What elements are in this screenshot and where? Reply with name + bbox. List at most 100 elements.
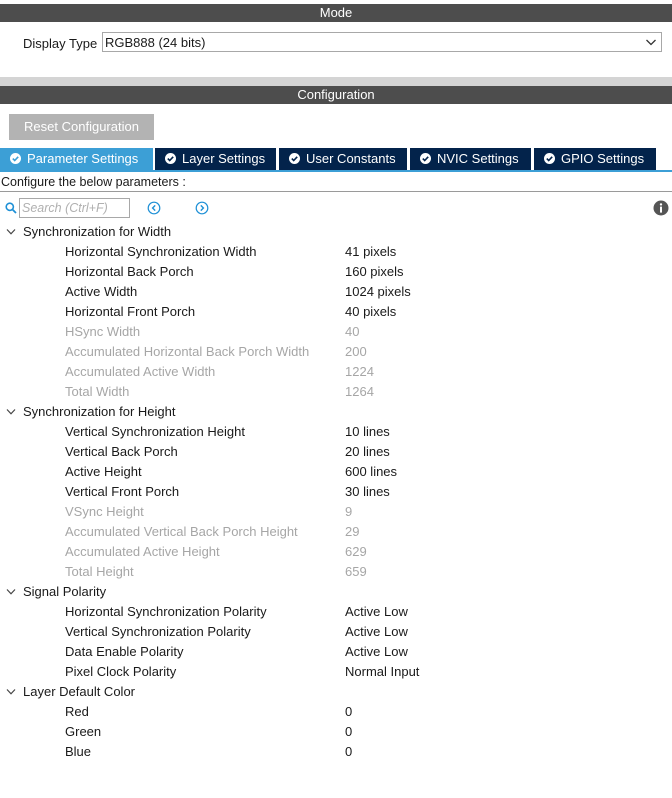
tab-nvic-settings[interactable]: NVIC Settings <box>410 148 532 170</box>
parameter-row: Accumulated Vertical Back Porch Height 29 <box>0 522 672 542</box>
info-icon[interactable] <box>653 200 669 216</box>
tab-gpio-settings[interactable]: GPIO Settings <box>534 148 657 170</box>
parameter-value[interactable]: 0 <box>345 722 352 742</box>
tab-layer-settings[interactable]: Layer Settings <box>155 148 277 170</box>
parameter-label: Accumulated Horizontal Back Porch Width <box>65 344 310 359</box>
configuration-header: Configuration <box>0 86 672 104</box>
parameter-row[interactable]: Horizontal Front Porch 40 pixels <box>0 302 672 322</box>
parameter-label: Vertical Synchronization Polarity <box>65 624 251 639</box>
tab-user-constants[interactable]: User Constants <box>279 148 408 170</box>
parameter-label: Accumulated Active Width <box>65 364 216 379</box>
parameter-value[interactable]: 1024 pixels <box>345 282 411 302</box>
parameter-row[interactable]: Data Enable Polarity Active Low <box>0 642 672 662</box>
parameter-value[interactable]: 41 pixels <box>345 242 396 262</box>
tab-parameter-settings[interactable]: Parameter Settings <box>0 148 154 170</box>
tab-bar: Parameter Settings Layer Settings User C… <box>0 148 672 170</box>
parameter-value: 1224 <box>345 364 374 379</box>
parameter-value: 629 <box>345 544 367 559</box>
parameter-value[interactable]: 40 pixels <box>345 302 396 322</box>
check-circle-icon <box>289 153 300 164</box>
tree-group[interactable]: Synchronization for Width <box>0 222 672 242</box>
parameter-row[interactable]: Active Height 600 lines <box>0 462 672 482</box>
parameter-value: 9 <box>345 504 353 519</box>
parameter-value[interactable]: Normal Input <box>345 662 419 682</box>
parameter-row: Accumulated Horizontal Back Porch Width 2… <box>0 342 672 362</box>
parameter-label: Accumulated Vertical Back Porch Height <box>65 524 298 539</box>
parameter-label: Horizontal Synchronization Polarity <box>65 604 267 619</box>
parameter-row[interactable]: Green 0 <box>0 722 672 742</box>
parameter-row: Total Width 1264 <box>0 382 672 402</box>
configure-instructions: Configure the below parameters : <box>0 173 672 192</box>
parameter-row[interactable]: Active Width 1024 pixels <box>0 282 672 302</box>
check-circle-icon <box>165 153 176 164</box>
chevron-left-circle-icon[interactable] <box>147 201 161 215</box>
parameter-value: 200 <box>345 344 367 359</box>
parameter-row[interactable]: Pixel Clock Polarity Normal Input <box>0 662 672 682</box>
mode-header: Mode <box>0 4 672 22</box>
parameter-value[interactable]: 0 <box>345 702 352 722</box>
parameter-row[interactable]: Horizontal Synchronization Polarity Activ… <box>0 602 672 622</box>
parameter-label: Accumulated Active Height <box>65 544 220 559</box>
parameter-label: HSync Width <box>65 324 141 339</box>
parameter-label: Data Enable Polarity <box>65 644 184 659</box>
chevron-down-icon[interactable] <box>6 408 16 416</box>
chevron-down-icon <box>646 39 656 46</box>
parameter-label: Blue <box>65 744 92 759</box>
tab-label: Layer Settings <box>182 151 266 166</box>
parameter-row[interactable]: Red 0 <box>0 702 672 722</box>
tab-label: User Constants <box>306 151 396 166</box>
parameter-row[interactable]: Blue 0 <box>0 742 672 762</box>
parameter-row[interactable]: Vertical Synchronization Polarity Active … <box>0 622 672 642</box>
parameter-label: Active Width <box>65 284 138 299</box>
parameter-label: Vertical Synchronization Height <box>65 424 245 439</box>
chevron-right-circle-icon[interactable] <box>195 201 209 215</box>
parameter-value: 29 <box>345 524 360 539</box>
parameter-value[interactable]: 30 lines <box>345 482 390 502</box>
display-type-select[interactable]: RGB888 (24 bits) <box>102 32 662 52</box>
parameter-row: HSync Width 40 <box>0 322 672 342</box>
tree-group[interactable]: Synchronization for Height <box>0 402 672 422</box>
search-input[interactable] <box>19 198 130 218</box>
chevron-down-icon[interactable] <box>6 228 16 236</box>
parameter-label: Total Height <box>65 564 134 579</box>
parameter-row: Accumulated Active Height 629 <box>0 542 672 562</box>
parameter-label: Vertical Front Porch <box>65 484 180 499</box>
parameter-value[interactable]: Active Low <box>345 602 408 622</box>
tab-label: GPIO Settings <box>561 151 645 166</box>
parameter-row[interactable]: Vertical Front Porch 30 lines <box>0 482 672 502</box>
parameter-label: Pixel Clock Polarity <box>65 664 177 679</box>
parameter-row[interactable]: Horizontal Synchronization Width 41 pixel… <box>0 242 672 262</box>
parameter-label: Red <box>65 704 89 719</box>
group-label: Layer Default Color <box>23 684 135 699</box>
tree-group[interactable]: Layer Default Color <box>0 682 672 702</box>
parameter-value[interactable]: Active Low <box>345 622 408 642</box>
parameter-tree: Synchronization for Width Horizontal Sync… <box>0 222 672 762</box>
parameter-label: Horizontal Back Porch <box>65 264 194 279</box>
tab-label: NVIC Settings <box>437 151 519 166</box>
parameter-row[interactable]: Vertical Synchronization Height 10 lines <box>0 422 672 442</box>
parameter-value[interactable]: Active Low <box>345 642 408 662</box>
check-circle-icon <box>544 153 555 164</box>
parameter-row[interactable]: Horizontal Back Porch 160 pixels <box>0 262 672 282</box>
parameter-value[interactable]: 0 <box>345 742 352 762</box>
search-icon <box>5 202 17 214</box>
display-type-value: RGB888 (24 bits) <box>105 35 206 50</box>
reset-configuration-button[interactable]: Reset Configuration <box>9 114 154 140</box>
parameter-label: Horizontal Synchronization Width <box>65 244 257 259</box>
parameter-value[interactable]: 160 pixels <box>345 262 404 282</box>
parameter-label: VSync Height <box>65 504 144 519</box>
chevron-down-icon[interactable] <box>6 588 16 596</box>
parameter-row: Accumulated Active Width 1224 <box>0 362 672 382</box>
check-circle-icon <box>420 153 431 164</box>
chevron-down-icon[interactable] <box>6 688 16 696</box>
group-label: Signal Polarity <box>23 584 107 599</box>
tree-group[interactable]: Signal Polarity <box>0 582 672 602</box>
group-label: Synchronization for Height <box>23 404 176 419</box>
parameter-value[interactable]: 10 lines <box>345 422 390 442</box>
group-label: Synchronization for Width <box>23 224 172 239</box>
parameter-value[interactable]: 20 lines <box>345 442 390 462</box>
parameter-row: VSync Height 9 <box>0 502 672 522</box>
parameter-row[interactable]: Vertical Back Porch 20 lines <box>0 442 672 462</box>
parameter-value[interactable]: 600 lines <box>345 462 397 482</box>
parameter-row: Total Height 659 <box>0 562 672 582</box>
